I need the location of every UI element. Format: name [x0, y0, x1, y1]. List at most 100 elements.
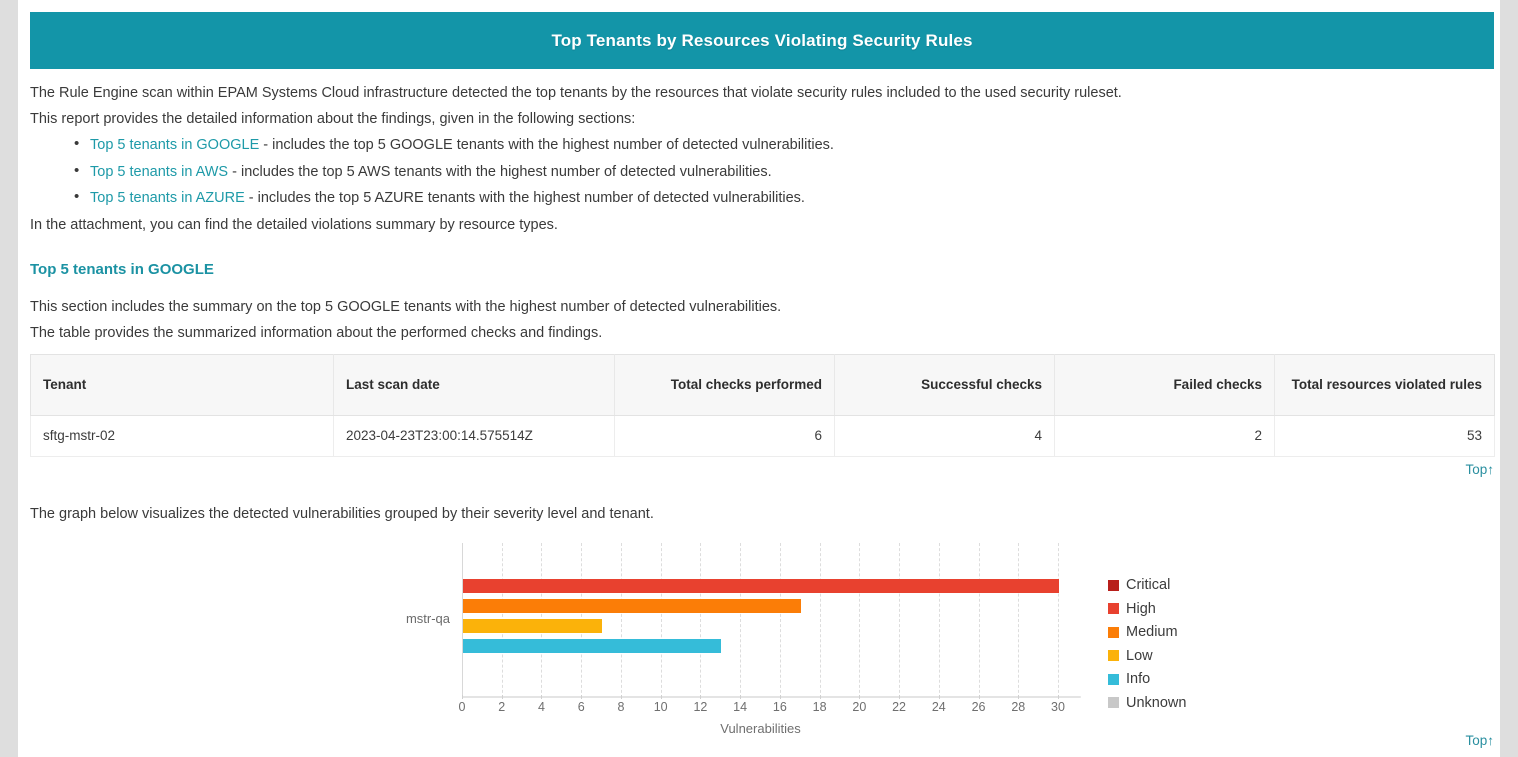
legend-label: Info — [1126, 671, 1151, 688]
chart-x-tick: 22 — [892, 699, 907, 714]
col-header-tenant: Tenant — [30, 353, 334, 416]
chart-x-tick: 16 — [772, 699, 787, 714]
top-link-container-bottom: Top↑ — [30, 728, 1494, 750]
chart-tick-mark — [978, 694, 980, 699]
chart-bars — [463, 578, 1059, 659]
list-item: Top 5 tenants in AWS - includes the top … — [30, 158, 1494, 186]
table-row: sftg-mstr-02 2023-04-23T23:00:14.575514Z… — [30, 415, 1495, 457]
chart-tick-mark — [740, 694, 742, 699]
chart-bar-info — [463, 638, 722, 653]
chart-tick-mark — [779, 694, 781, 699]
chart-tick-mark — [660, 694, 662, 699]
cell-tenant: sftg-mstr-02 — [30, 415, 334, 457]
legend-label: Critical — [1126, 577, 1171, 594]
cell-total-checks: 6 — [614, 415, 835, 457]
chart-x-tick: 8 — [617, 699, 625, 714]
tenant-summary-table: Tenant Last scan date Total checks perfo… — [30, 353, 1495, 457]
page-title: Top Tenants by Resources Violating Secur… — [551, 30, 973, 50]
col-header-failed: Failed checks — [1054, 353, 1275, 416]
col-header-violated: Total resources violated rules — [1274, 353, 1495, 416]
list-item: Top 5 tenants in GOOGLE - includes the t… — [30, 131, 1494, 159]
section-links-list: Top 5 tenants in GOOGLE - includes the t… — [30, 131, 1494, 212]
legend-swatch-icon — [1108, 697, 1119, 709]
chart-x-tick: 6 — [577, 699, 585, 714]
section-heading-google: Top 5 tenants in GOOGLE — [30, 260, 214, 278]
legend-item-low[interactable]: Low — [1108, 644, 1308, 668]
section-desc-1: This section includes the summary on the… — [30, 298, 782, 315]
bullet-text-azure: - includes the top 5 AZURE tenants with … — [244, 190, 805, 206]
intro-line-2: This report provides the detailed inform… — [30, 111, 636, 127]
link-top5-google[interactable]: Top 5 tenants in GOOGLE — [90, 137, 259, 153]
chart-tick-mark — [1058, 694, 1059, 699]
legend-swatch-icon — [1108, 626, 1119, 638]
cell-violated: 53 — [1274, 415, 1495, 457]
back-to-top-link[interactable]: Top↑ — [1465, 462, 1494, 477]
chart-tick-mark — [581, 694, 583, 699]
chart-tick-mark — [819, 694, 821, 699]
chart-category-label: mstr-qa — [405, 610, 450, 626]
cell-failed: 2 — [1054, 415, 1275, 457]
chart-x-tick: 30 — [1051, 699, 1065, 714]
col-header-total-checks: Total checks performed — [614, 353, 835, 416]
chart-x-tick: 10 — [653, 699, 668, 714]
legend-swatch-icon — [1108, 673, 1119, 685]
legend-item-unknown[interactable]: Unknown — [1108, 691, 1308, 715]
chart-bar-medium — [463, 598, 801, 613]
link-top5-azure[interactable]: Top 5 tenants in AZURE — [90, 190, 245, 206]
cell-last-scan: 2023-04-23T23:00:14.575514Z — [333, 415, 615, 457]
chart-x-tick: 0 — [458, 699, 466, 714]
legend-label: High — [1126, 600, 1156, 617]
bullet-text-aws: - includes the top 5 AWS tenants with th… — [228, 163, 772, 180]
vulnerabilities-bar-chart: mstr-qa 0 2 4 6 8 10 12 14 16 18 20 22 24 26 28 30 Vuln… — [390, 541, 1090, 741]
intro-line-1: The Rule Engine scan within EPAM Systems… — [30, 85, 1122, 101]
chart-tick-mark — [501, 694, 503, 699]
legend-label: Low — [1126, 647, 1153, 664]
legend-label: Medium — [1126, 624, 1178, 641]
chart-tick-mark — [620, 694, 622, 699]
chart-x-tick: 2 — [498, 699, 506, 714]
legend-label: Unknown — [1126, 694, 1187, 711]
legend-item-medium[interactable]: Medium — [1108, 621, 1308, 645]
chart-x-tick: 24 — [931, 699, 946, 714]
chart-x-tick: 20 — [852, 699, 867, 714]
legend-swatch-icon — [1108, 579, 1119, 591]
chart-tick-mark — [938, 694, 940, 699]
chart-x-tick: 18 — [812, 699, 827, 714]
legend-item-info[interactable]: Info — [1108, 668, 1308, 692]
chart-x-tick: 26 — [971, 699, 986, 714]
chart-plot-area — [462, 542, 1081, 698]
chart-tick-mark — [541, 694, 543, 699]
cell-successful: 4 — [834, 415, 1055, 457]
chart-x-tick: 28 — [1011, 699, 1026, 714]
legend-item-high[interactable]: High — [1108, 597, 1308, 621]
vulnerabilities-chart-block: mstr-qa 0 2 4 6 8 10 12 14 16 18 20 22 24 26 28 30 Vuln… — [30, 541, 1494, 741]
legend-swatch-icon — [1108, 650, 1119, 662]
legend-item-critical[interactable]: Critical — [1108, 574, 1308, 598]
chart-bar-low — [463, 618, 603, 633]
chart-tick-mark — [700, 694, 702, 699]
chart-x-tick: 4 — [537, 699, 545, 714]
table-header-row: Tenant Last scan date Total checks perfo… — [30, 353, 1495, 416]
chart-tick-mark — [899, 694, 901, 699]
chart-legend: Critical High Medium Low Info Unknown — [1108, 574, 1308, 715]
report-content: The Rule Engine scan within EPAM Systems… — [30, 80, 1495, 741]
report-header-banner: Top Tenants by Resources Violating Secur… — [30, 12, 1494, 69]
chart-bar-high — [463, 578, 1059, 593]
back-to-top-link-bottom[interactable]: Top↑ — [1465, 733, 1494, 748]
top-link-container-table: Top↑ — [30, 457, 1494, 479]
chart-tick-mark — [859, 694, 861, 699]
link-top5-aws[interactable]: Top 5 tenants in AWS — [90, 164, 228, 180]
graph-description: The graph below visualizes the detected … — [30, 505, 654, 522]
chart-x-tick-labels: 0 2 4 6 8 10 12 14 16 18 20 22 24 26 28 30 — [458, 694, 1065, 720]
col-header-last-scan: Last scan date — [333, 353, 615, 416]
chart-tick-mark — [462, 694, 463, 699]
chart-x-tick: 14 — [733, 699, 748, 714]
chart-x-axis — [462, 695, 1081, 698]
legend-swatch-icon — [1108, 603, 1119, 615]
chart-tick-mark — [1018, 694, 1020, 699]
section-desc-2: The table provides the summarized inform… — [30, 324, 603, 341]
attachment-note: In the attachment, you can find the deta… — [30, 216, 558, 233]
list-item: Top 5 tenants in AZURE - includes the to… — [30, 184, 1494, 212]
chart-x-tick: 12 — [693, 699, 708, 714]
bullet-text-google: - includes the top 5 GOOGLE tenants with… — [259, 137, 834, 153]
